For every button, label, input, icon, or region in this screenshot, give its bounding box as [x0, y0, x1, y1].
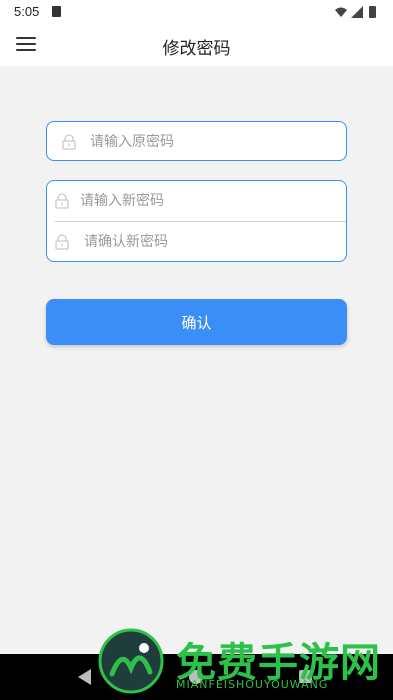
- new-password-input[interactable]: [80, 181, 338, 221]
- old-password-input[interactable]: [90, 122, 338, 162]
- sd-card-icon: [52, 6, 61, 17]
- lock-icon: [55, 193, 69, 209]
- new-password-group: [46, 180, 347, 262]
- battery-icon: [369, 6, 376, 18]
- watermark-subtitle: MIANFEISHOUYOUWANG: [176, 678, 329, 691]
- new-password-row: [47, 181, 346, 221]
- lock-icon: [55, 234, 69, 250]
- signal-icon: [351, 6, 363, 18]
- confirm-button[interactable]: 确认: [46, 299, 347, 345]
- old-password-field: [46, 121, 347, 162]
- status-time: 5:05: [14, 4, 40, 19]
- confirm-password-input[interactable]: [84, 222, 338, 262]
- status-icons: [335, 6, 376, 18]
- lock-icon: [62, 134, 76, 150]
- watermark: 免费手游网 MIANFEISHOUYOUWANG: [96, 624, 393, 700]
- confirm-password-row: [47, 222, 346, 262]
- status-bar: 5:05: [0, 0, 393, 24]
- watermark-logo-icon: [98, 628, 164, 694]
- page-title: 修改密码: [162, 39, 231, 59]
- back-icon[interactable]: [78, 669, 91, 685]
- wifi-icon: [335, 7, 347, 17]
- app-bar: 修改密码: [0, 24, 393, 66]
